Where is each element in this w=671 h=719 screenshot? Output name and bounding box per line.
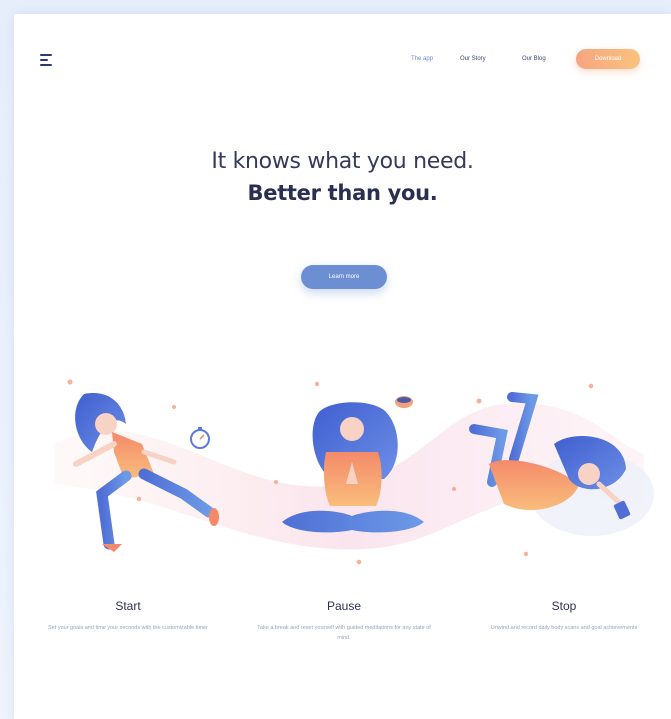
nav-link-our-story[interactable]: Our Story — [460, 56, 486, 62]
download-button[interactable]: Download — [576, 49, 640, 69]
landing-page: The app Our Story Our Blog Download It k… — [14, 14, 671, 719]
feature-pause-title: Pause — [326, 599, 362, 613]
feature-pause: Pause Take a break and reset yourself wi… — [254, 599, 434, 643]
top-navigation: The app Our Story Our Blog Download — [14, 14, 671, 94]
nav-link-the-app[interactable]: The app — [411, 56, 433, 62]
hero-headline: It knows what you need. — [211, 149, 474, 174]
feature-stop-text: Unwind and record daily body scans and g… — [490, 625, 638, 631]
hero-subheadline: Better than you. — [247, 181, 438, 205]
feature-start: Start Set your goals and time your secon… — [38, 599, 218, 633]
cup-icon — [395, 396, 413, 408]
feature-stop: Stop Unwind and record daily body scans … — [474, 599, 654, 633]
feature-start-text: Set your goals and time your seconds wit… — [48, 625, 208, 631]
learn-more-button[interactable]: Learn more — [301, 265, 387, 289]
nav-link-our-blog[interactable]: Our Blog — [522, 56, 546, 62]
stopwatch-icon — [190, 427, 210, 449]
hero-illustration — [54, 379, 654, 565]
hamburger-menu-icon[interactable] — [40, 54, 54, 66]
feature-stop-title: Stop — [551, 599, 577, 613]
feature-pause-text: Take a break and reset yourself with gui… — [257, 625, 431, 641]
feature-start-title: Start — [115, 599, 141, 613]
